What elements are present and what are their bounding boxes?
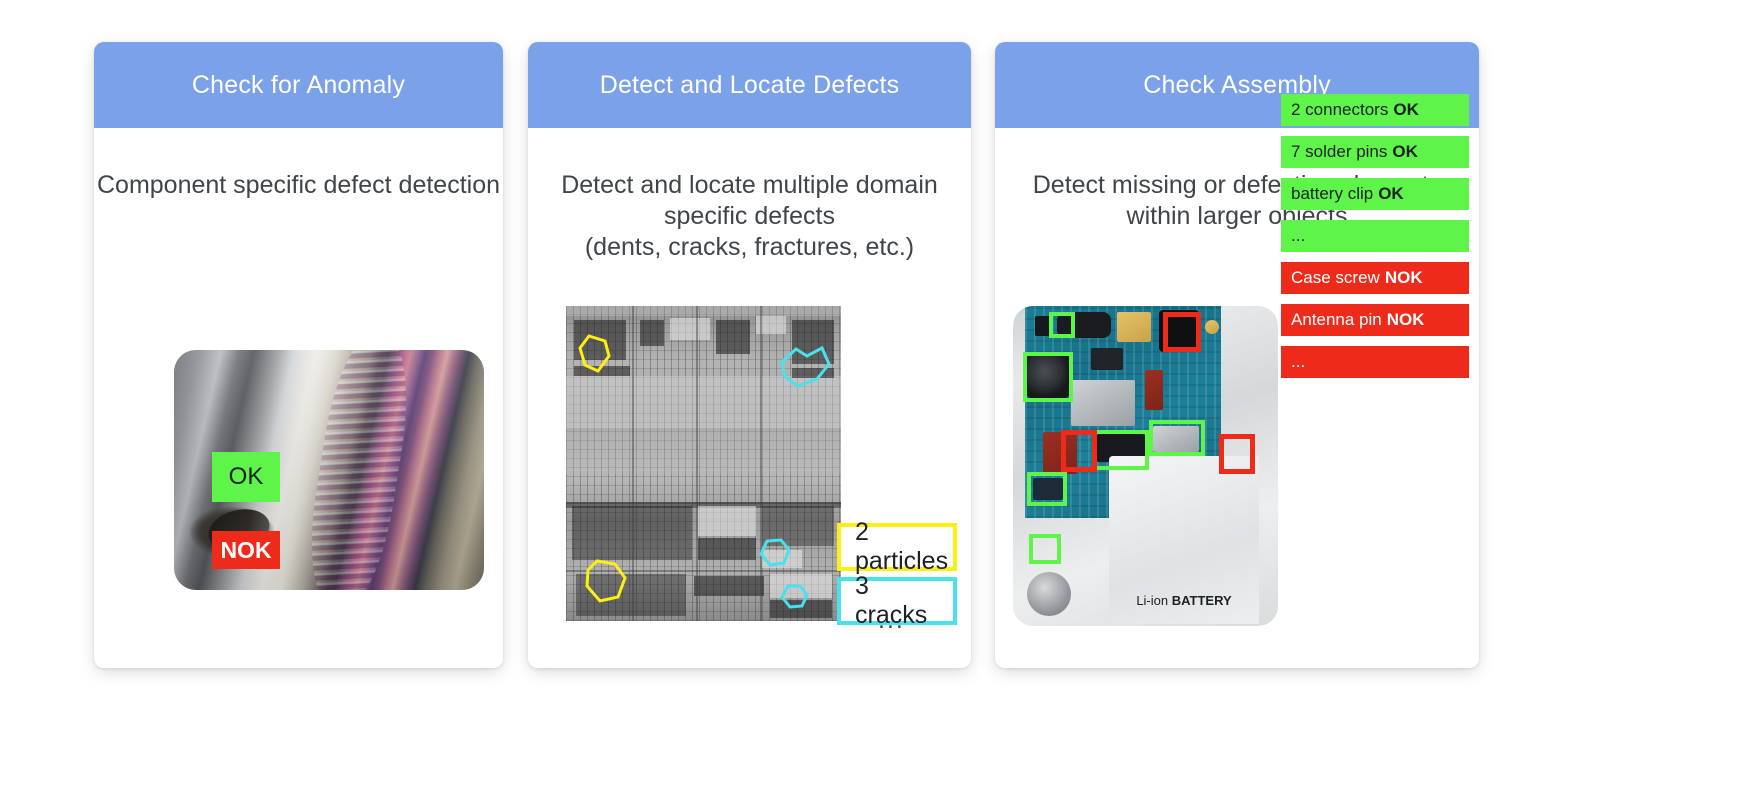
slide-canvas: Check for Anomaly Component specific def… xyxy=(0,0,1752,804)
defect-outline-crack xyxy=(780,584,810,610)
status-badge-ok: OK xyxy=(212,452,280,502)
detection-box-ok xyxy=(1029,534,1061,564)
assembly-status-list: 2 connectors OK 7 solder pins OK battery c… xyxy=(1281,94,1469,388)
wafer-scribe-line xyxy=(696,306,698,621)
detection-box-ok xyxy=(1093,430,1149,470)
wafer-scribe-line xyxy=(566,502,841,504)
card-header-anomaly: Check for Anomaly xyxy=(94,42,503,128)
status-text: Case screw xyxy=(1291,268,1380,287)
card-check-assembly[interactable]: Check Assembly Detect missing or defecti… xyxy=(995,42,1479,668)
detection-box-ok xyxy=(1149,420,1205,456)
status-badge-connectors: 2 connectors OK xyxy=(1281,94,1469,126)
wafer-block xyxy=(640,320,664,346)
wafer-block xyxy=(698,506,756,536)
status-text: 7 solder pins xyxy=(1291,142,1388,161)
wafer-band xyxy=(566,428,841,474)
wafer-block xyxy=(694,576,764,596)
detection-box-nok xyxy=(1219,434,1255,474)
status-verdict: OK xyxy=(1392,142,1418,161)
battery-pack: Li-ion BATTERY xyxy=(1109,456,1259,624)
pcb-screw xyxy=(1205,320,1219,334)
wafer-block xyxy=(716,320,750,354)
status-text: ... xyxy=(1291,352,1306,371)
battery-label-prefix: Li-ion xyxy=(1136,593,1172,608)
card-description-line2: specific defects xyxy=(664,202,835,230)
callout-particles-label: 2 particles xyxy=(855,518,949,575)
coin-cell-battery xyxy=(1027,572,1071,616)
card-check-for-anomaly[interactable]: Check for Anomaly Component specific def… xyxy=(94,42,503,668)
card-description: Detect and locate multiple domain specif… xyxy=(528,170,971,263)
status-verdict: NOK xyxy=(1384,268,1423,287)
defect-outline-crack xyxy=(776,345,832,390)
card-title: Detect and Locate Defects xyxy=(599,70,900,99)
card-header-detect: Detect and Locate Defects xyxy=(528,42,971,128)
status-verdict: NOK xyxy=(1386,310,1425,329)
card-title: Check for Anomaly xyxy=(191,70,406,99)
wafer-scribe-line xyxy=(632,306,634,621)
status-badge-battery-clip: battery clip OK xyxy=(1281,178,1469,210)
status-badge-more-nok: ... xyxy=(1281,346,1469,378)
phone-teardown-image: Li-ion BATTERY xyxy=(1013,306,1278,626)
status-text: battery clip xyxy=(1291,184,1374,203)
card-description-line3: (dents, cracks, fractures, etc.) xyxy=(584,233,915,261)
detection-box-nok xyxy=(1061,430,1097,472)
detection-box-ok xyxy=(1027,472,1067,506)
pcb-antenna-contact xyxy=(1145,370,1163,410)
pcb-sim-tray xyxy=(1071,380,1135,426)
battery-label: Li-ion BATTERY xyxy=(1109,593,1259,608)
callout-more-ellipsis: ... xyxy=(878,606,905,634)
wafer-block xyxy=(698,538,756,560)
status-text: ... xyxy=(1291,226,1306,245)
card-description: Component specific defect detection xyxy=(96,171,500,199)
defect-outline-crack xyxy=(758,538,792,568)
pcb-chip xyxy=(1091,348,1123,370)
defect-outline-particle xyxy=(584,558,628,604)
defect-outline-particle xyxy=(578,334,612,374)
detection-box-ok xyxy=(1049,312,1075,338)
status-verdict: OK xyxy=(1393,100,1419,119)
detection-box-ok xyxy=(1023,352,1073,402)
status-badge-solder-pins: 7 solder pins OK xyxy=(1281,136,1469,168)
status-text: Antenna pin xyxy=(1291,310,1382,329)
status-badge-more-ok: ... xyxy=(1281,220,1469,252)
status-badge-antenna-pin: Antenna pin NOK xyxy=(1281,304,1469,336)
card-body: Detect and Locate Defects Detect and loc… xyxy=(528,42,971,668)
card-body: Check Assembly Detect missing or defecti… xyxy=(995,42,1479,668)
status-verdict: OK xyxy=(1378,184,1404,203)
card-detect-and-locate-defects[interactable]: Detect and Locate Defects Detect and loc… xyxy=(528,42,971,668)
status-text: 2 connectors xyxy=(1291,100,1389,119)
wafer-block xyxy=(670,318,710,340)
status-badge-nok: NOK xyxy=(212,531,280,569)
wafer-scribe-line xyxy=(760,306,762,621)
card-body: Check for Anomaly Component specific def… xyxy=(94,42,503,668)
card-description-line1: Detect and locate multiple domain xyxy=(561,171,938,199)
callout-particles: 2 particles xyxy=(837,518,957,575)
wafer-band xyxy=(566,306,841,316)
detection-box-nok xyxy=(1163,312,1201,352)
wafer-inspection-image xyxy=(566,306,841,621)
status-badge-case-screw: Case screw NOK xyxy=(1281,262,1469,294)
battery-label-bold: BATTERY xyxy=(1171,593,1232,608)
pcb-flex-connector xyxy=(1117,312,1151,342)
